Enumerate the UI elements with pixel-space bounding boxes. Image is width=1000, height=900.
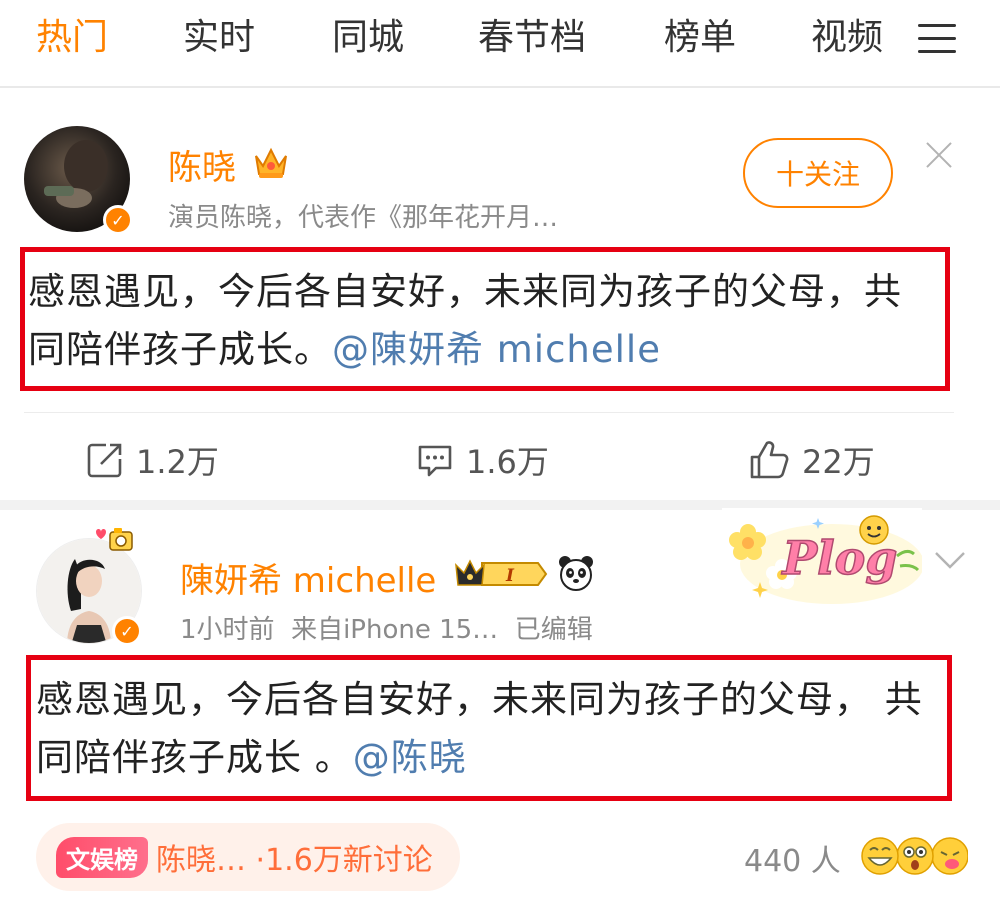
comment-count: 1.6万 [466,443,549,481]
repost-count: 1.2万 [136,443,219,481]
top-tab-bar: 热门 实时 同城 春节档 榜单 视频 [0,0,1000,88]
thumbs-up-icon [750,441,789,479]
topic-text: 陈晓… ·1.6万新讨论 [156,843,433,878]
tab-local[interactable]: 同城 [332,14,404,62]
username[interactable]: 陳妍希 michelle [180,553,436,602]
level-label: I [505,566,515,586]
reaction-emojis-icon[interactable] [858,834,968,878]
verified-icon: ✓ [112,616,142,646]
like-count: 22万 [802,443,875,481]
tab-spring-festival[interactable]: 春节档 [478,14,586,62]
tab-rankings[interactable]: 榜单 [664,14,736,62]
like-button[interactable]: 22万 [748,432,875,488]
post-meta: 1小时前 来自iPhone 15… 已编辑 [180,615,593,645]
comment-icon [418,445,452,477]
action-bar: 1.2万 1.6万 22万 [0,432,1000,488]
avatar-decoration-icon [96,528,133,551]
member-level-badge-icon: I [455,559,548,586]
repost-button[interactable]: 1.2万 [86,432,219,488]
panda-icon [559,556,593,591]
tab-realtime[interactable]: 实时 [183,14,255,62]
reaction-count: 440 人 [744,844,841,879]
hamburger-menu-icon[interactable] [918,22,958,54]
divider [24,412,954,413]
topic-tag[interactable]: 文娱榜 陈晓… ·1.6万新讨论 [36,823,460,891]
comment-button[interactable]: 1.6万 [416,432,549,488]
follow-label: 十关注 [775,158,860,191]
highlight-box [26,655,952,801]
username[interactable]: 陈晓 [168,140,236,189]
tab-hot[interactable]: 热门 [36,14,108,62]
crown-icon [255,147,287,178]
chevron-down-icon[interactable] [934,550,966,570]
close-icon[interactable] [922,138,956,172]
highlight-box [20,247,950,391]
topic-badge: 文娱榜 [56,836,148,878]
repost-icon [87,443,122,478]
follow-button[interactable]: 十关注 [743,138,893,208]
user-bio: 演员陈晓，代表作《那年花开月… [168,203,559,233]
tab-video[interactable]: 视频 [811,14,883,62]
plog-sticker-icon: Plog [722,508,922,608]
verified-icon: ✓ [103,205,133,235]
